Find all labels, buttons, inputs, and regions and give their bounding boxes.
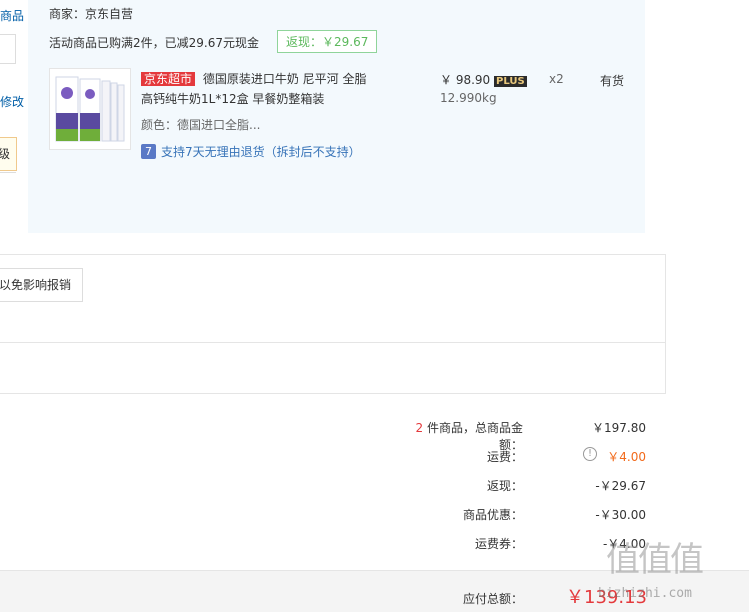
merchant-label: 商家：京东自营 — [49, 7, 134, 21]
promo-text: 活动商品已购满2件，已减29.67元现金 — [49, 36, 259, 50]
invoice-report-label: 以免影响报销 — [0, 278, 71, 292]
summary-row-shipping-value: ￥4.00 — [607, 450, 646, 464]
watermark-url: bizhizhi.com — [598, 586, 692, 601]
watermark-logo: 值值值 — [606, 540, 704, 580]
product-price: ￥ 98.90 PLUS — [440, 71, 527, 88]
summary-row-cashback-label: 返现： — [486, 479, 523, 493]
product-weight: 12.990kg — [440, 91, 497, 105]
store-tag: 京东超市 — [141, 72, 196, 86]
right-border — [665, 254, 666, 394]
left-link-edit[interactable]: 修改 — [0, 93, 24, 110]
product-qty: x2 — [549, 72, 564, 86]
product-thumbnail[interactable] — [49, 68, 131, 150]
stock-status: 有货 — [600, 74, 625, 88]
divider-2 — [0, 342, 665, 343]
summary-row-discount-value: -￥30.00 — [595, 508, 646, 522]
plus-badge: PLUS — [494, 76, 527, 87]
return-policy-text: 支持7天无理由退货（拆封后不支持） — [161, 145, 361, 159]
product-title[interactable]: 京东超市 德国原装进口牛奶 尼平河 全脂 高钙纯牛奶1L*12盒 早餐奶整箱装 — [141, 69, 431, 109]
summary-row-shipping-label: 运费： — [486, 450, 523, 464]
product-title-line1[interactable]: 德国原装进口牛奶 尼平河 全脂 — [203, 72, 367, 86]
milk-box-image — [55, 76, 125, 142]
summary-row-cashback-value: -￥29.67 — [595, 479, 646, 493]
product-title-line2[interactable]: 高钙纯牛奶1L*12盒 早餐奶整箱装 — [141, 92, 324, 106]
promo-badge: 返现：￥29.67 — [277, 30, 378, 53]
product-color-attr: 颜色：德国进口全脂... — [141, 118, 261, 132]
summary-row-discount-label: 商品优惠： — [462, 508, 523, 522]
seven-day-return-icon: 7 — [141, 144, 156, 159]
divider-3 — [0, 393, 666, 394]
summary-row-total-goods-value: ￥197.80 — [592, 421, 646, 435]
divider-1 — [0, 254, 665, 255]
price-value: ￥ 98.90 — [440, 73, 491, 87]
left-underline-fragment — [0, 172, 16, 173]
invoice-report-button[interactable]: 以免影响报销 — [0, 268, 83, 302]
left-tip-text: 级 — [0, 147, 11, 161]
left-tip-fragment: 级 — [0, 137, 17, 171]
summary-row-shipping-coupon-label: 运费券： — [474, 537, 523, 551]
return-policy: 7 支持7天无理由退货（拆封后不支持） — [141, 143, 361, 160]
total-label: 应付总额： — [462, 592, 523, 606]
left-link-products[interactable]: 商品 — [0, 7, 24, 24]
left-input-fragment[interactable] — [0, 34, 16, 64]
